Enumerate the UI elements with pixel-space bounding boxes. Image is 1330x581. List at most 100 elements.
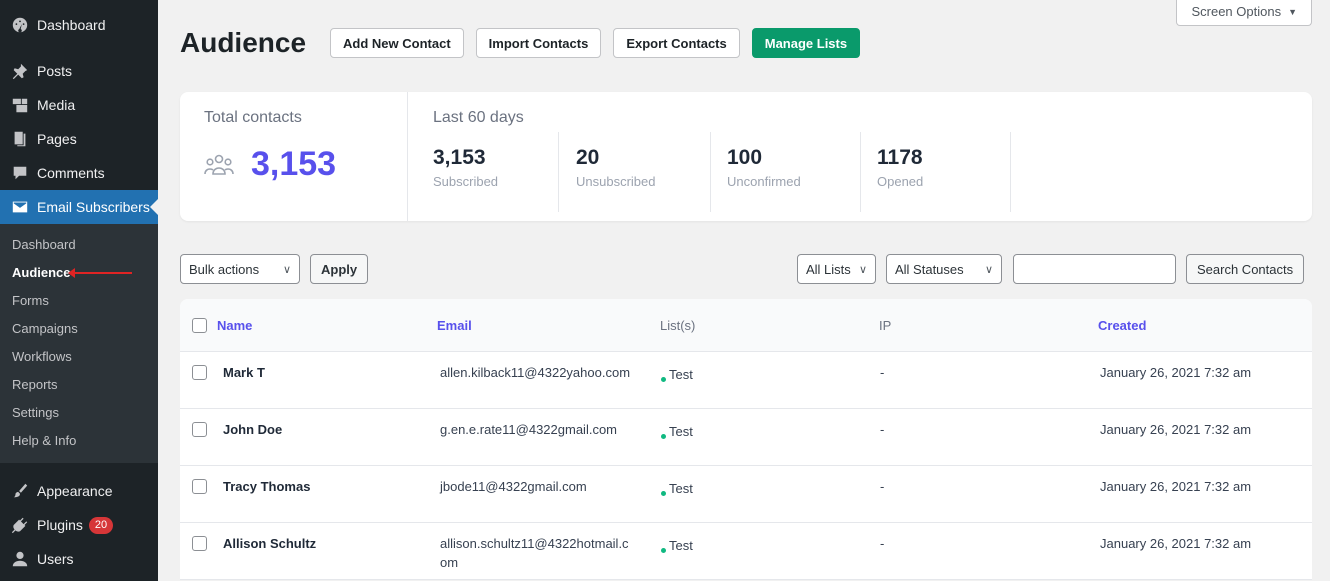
menu-appearance[interactable]: Appearance (0, 474, 158, 508)
contact-email: g.en.e.rate11@4322gmail.com (440, 422, 618, 437)
annotation-arrow (68, 268, 132, 278)
metric-value: 3,153 (433, 146, 486, 169)
contact-email: jbode11@4322gmail.com (440, 479, 587, 494)
row-checkbox[interactable] (192, 479, 207, 494)
contact-name[interactable]: Tracy Thomas (223, 477, 310, 496)
all-statuses-label: All Statuses (895, 261, 964, 277)
pages-icon (10, 129, 30, 149)
pin-icon (10, 61, 30, 81)
screen-options-label: Screen Options (1191, 4, 1282, 19)
divider (710, 132, 711, 212)
all-statuses-select[interactable]: All Statuses ∨ (886, 254, 1002, 284)
envelope-icon (10, 197, 30, 217)
list-name: Test (669, 538, 693, 553)
table-row: Mark T allen.kilback11@4322yahoo.com Tes… (180, 352, 1312, 409)
column-header-created[interactable]: Created (1098, 318, 1146, 333)
row-checkbox[interactable] (192, 365, 207, 380)
metric-label: Unconfirmed (727, 174, 801, 189)
admin-sidebar: Dashboard Posts Media Pages Comments Ema… (0, 0, 158, 581)
chevron-down-icon: ∨ (282, 263, 291, 276)
total-contacts-label: Total contacts (204, 109, 302, 126)
media-icon (10, 95, 30, 115)
column-header-email[interactable]: Email (437, 318, 472, 333)
stats-card: Total contacts 3,153 Last 60 days 3,153 … (180, 92, 1312, 221)
metric-opened: 1178 Opened (877, 132, 923, 212)
search-input[interactable] (1013, 254, 1176, 284)
page-header: Audience Add New Contact Import Contacts… (180, 27, 872, 59)
contact-name[interactable]: Allison Schultz (223, 534, 316, 553)
list-name: Test (669, 424, 693, 439)
column-header-ip: IP (879, 318, 892, 333)
email-subscribers-submenu: Dashboard Audience Forms Campaigns Workf… (0, 224, 158, 463)
contact-name[interactable]: John Doe (223, 420, 282, 439)
row-checkbox[interactable] (192, 536, 207, 551)
contact-email: allen.kilback11@4322yahoo.com (440, 365, 631, 380)
select-all-checkbox[interactable] (192, 318, 207, 333)
brush-icon (10, 481, 30, 501)
contact-list: Test (661, 536, 693, 555)
menu-email-subscribers[interactable]: Email Subscribers (0, 190, 158, 224)
search-contacts-button[interactable]: Search Contacts (1186, 254, 1305, 284)
submenu-audience[interactable]: Audience (0, 259, 158, 287)
manage-lists-button[interactable]: Manage Lists (751, 28, 861, 58)
row-checkbox[interactable] (192, 422, 207, 437)
contact-ip: - (880, 479, 885, 494)
status-dot (661, 548, 666, 553)
contact-ip: - (880, 422, 885, 437)
contact-list: Test (661, 479, 693, 498)
submenu-dashboard[interactable]: Dashboard (0, 231, 158, 259)
menu-label: Plugins (37, 517, 83, 533)
submenu-forms[interactable]: Forms (0, 287, 158, 315)
contact-email: allison.schultz11@4322hotmail.com (440, 536, 629, 570)
page-title: Audience (180, 27, 307, 58)
divider (558, 132, 559, 212)
menu-comments[interactable]: Comments (0, 156, 158, 190)
menu-label: Posts (37, 63, 73, 79)
list-name: Test (669, 481, 693, 496)
screen-options-button[interactable]: Screen Options ▼ (1176, 0, 1312, 26)
plugins-update-badge: 20 (88, 516, 114, 534)
menu-posts[interactable]: Posts (0, 54, 158, 88)
chevron-down-icon: ∨ (984, 263, 993, 276)
metric-value: 100 (727, 146, 763, 169)
menu-label: Pages (37, 131, 77, 147)
table-row: Tracy Thomas jbode11@4322gmail.com Test … (180, 466, 1312, 523)
all-lists-label: All Lists (806, 261, 851, 277)
menu-media[interactable]: Media (0, 88, 158, 122)
column-header-lists: List(s) (660, 318, 696, 333)
metric-subscribed: 3,153 Subscribed (433, 132, 498, 212)
apply-button[interactable]: Apply (310, 254, 369, 284)
contact-created: January 26, 2021 7:32 am (1100, 422, 1252, 437)
metric-value: 20 (576, 146, 600, 169)
contact-ip: - (880, 536, 885, 551)
import-contacts-button[interactable]: Import Contacts (475, 28, 602, 58)
menu-label: Dashboard (37, 17, 106, 33)
menu-label: Media (37, 97, 76, 113)
submenu-campaigns[interactable]: Campaigns (0, 315, 158, 343)
menu-label: Comments (37, 165, 105, 181)
menu-pages[interactable]: Pages (0, 122, 158, 156)
all-lists-select[interactable]: All Lists ∨ (797, 254, 876, 284)
submenu-reports[interactable]: Reports (0, 371, 158, 399)
total-contacts-value: 3,153 (251, 145, 337, 183)
menu-dashboard[interactable]: Dashboard (0, 8, 158, 42)
menu-label: Email Subscribers (37, 199, 150, 215)
bulk-actions-select[interactable]: Bulk actions ∨ (180, 254, 300, 284)
table-row: Allison Schultz allison.schultz11@4322ho… (180, 523, 1312, 580)
contact-name[interactable]: Mark T (223, 363, 265, 382)
submenu-workflows[interactable]: Workflows (0, 343, 158, 371)
metric-label: Unsubscribed (576, 174, 656, 189)
contact-ip: - (880, 365, 885, 380)
add-new-contact-button[interactable]: Add New Contact (330, 28, 464, 58)
column-header-name[interactable]: Name (217, 318, 252, 333)
chevron-down-icon: ∨ (858, 263, 867, 276)
export-contacts-button[interactable]: Export Contacts (613, 28, 740, 58)
caret-down-icon: ▼ (1288, 6, 1297, 17)
period-label: Last 60 days (433, 109, 524, 126)
metric-value: 1178 (877, 146, 923, 169)
menu-users[interactable]: Users (0, 542, 158, 576)
submenu-help-info[interactable]: Help & Info (0, 427, 158, 455)
submenu-settings[interactable]: Settings (0, 399, 158, 427)
status-dot (661, 377, 666, 382)
menu-plugins[interactable]: Plugins 20 (0, 508, 158, 542)
